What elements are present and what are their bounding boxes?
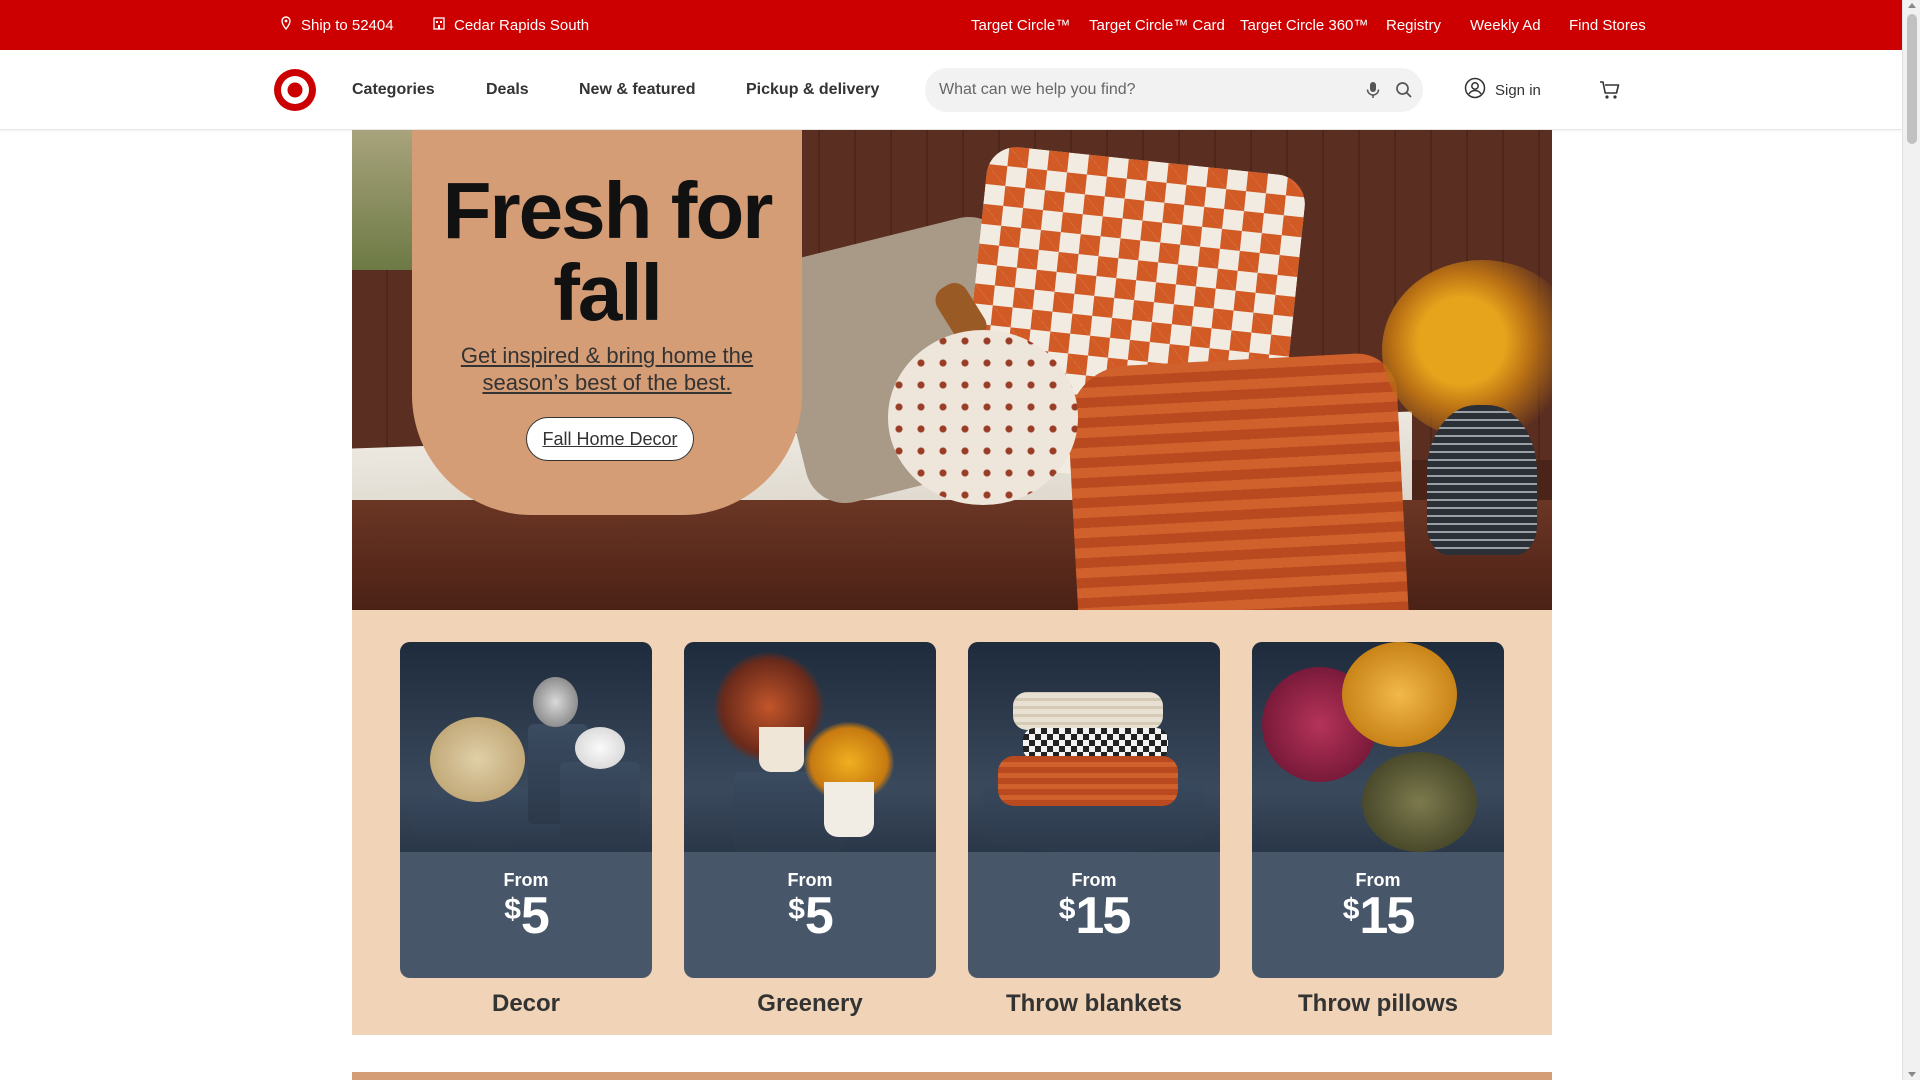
nav-pickup-delivery[interactable]: Pickup & delivery	[746, 50, 879, 130]
store-link[interactable]: Cedar Rapids South	[432, 0, 589, 50]
greenery-amount: 5	[804, 887, 834, 945]
weekly-ad-label: Weekly Ad	[1470, 16, 1541, 34]
store-icon	[432, 16, 446, 34]
scrollbar-thumb[interactable]	[1907, 14, 1917, 144]
category-label-throw-blankets[interactable]: Throw blankets	[968, 990, 1220, 1018]
scroll-up-arrow-icon[interactable]	[1908, 3, 1916, 8]
microphone-icon[interactable]	[1363, 80, 1383, 100]
category-label-decor[interactable]: Decor	[400, 990, 652, 1018]
greenery-photo	[684, 642, 936, 852]
category-label-throw-pillows[interactable]: Throw pillows	[1252, 990, 1504, 1018]
hero-pumpkin	[888, 330, 1078, 505]
greenery-price: From $5	[684, 870, 936, 954]
main-header: Categories Deals New & featured Pickup &…	[0, 50, 1902, 130]
utility-bar: Ship to 52404 Cedar Rapids South Target …	[0, 0, 1902, 50]
hero-promo-panel: Fresh for fall Get inspired & bring home…	[412, 130, 802, 515]
category-card-decor[interactable]: From $5	[400, 642, 652, 978]
sign-in-label: Sign in	[1495, 81, 1541, 99]
registry-label: Registry	[1386, 16, 1442, 34]
decor-amount: 5	[520, 887, 550, 945]
find-stores-link[interactable]: Find Stores	[1569, 0, 1646, 50]
decor-photo	[400, 642, 652, 852]
decor-price: From $5	[400, 870, 652, 954]
target-logo-icon[interactable]	[273, 68, 317, 112]
cart-icon[interactable]	[1599, 79, 1621, 101]
location-pin-icon	[279, 16, 293, 34]
throw-blankets-price: From $15	[968, 870, 1220, 954]
target-circle-card-label: Target Circle™ Card	[1089, 16, 1225, 34]
nav-deals[interactable]: Deals	[486, 50, 529, 130]
find-stores-label: Find Stores	[1569, 16, 1646, 34]
throw-pillows-currency: $	[1342, 893, 1360, 926]
target-circle-360-label: Target Circle 360™	[1240, 16, 1369, 34]
throw-pillows-photo	[1252, 642, 1504, 852]
page-scrollbar[interactable]	[1902, 0, 1920, 1080]
throw-blankets-photo	[968, 642, 1220, 852]
decor-currency: $	[504, 893, 521, 926]
ship-to-label: Ship to 52404	[301, 16, 394, 34]
registry-link[interactable]: Registry	[1386, 0, 1441, 50]
search-input[interactable]	[925, 68, 1355, 112]
throw-pillows-amount: 15	[1359, 887, 1415, 945]
throw-blankets-currency: $	[1058, 893, 1076, 926]
category-deals-section: From $5 Decor From $5 Greenery From $15	[352, 610, 1552, 1035]
category-card-greenery[interactable]: From $5	[684, 642, 936, 978]
category-label-greenery[interactable]: Greenery	[684, 990, 936, 1018]
greenery-currency: $	[788, 893, 805, 926]
category-card-throw-blankets[interactable]: From $15	[968, 642, 1220, 978]
hero-vase	[1427, 405, 1537, 555]
next-section-band	[352, 1072, 1552, 1080]
sign-in-button[interactable]: Sign in	[1464, 50, 1541, 130]
scroll-down-arrow-icon[interactable]	[1908, 1072, 1916, 1077]
hero-knit-blanket	[1065, 351, 1409, 610]
search-icon[interactable]	[1394, 80, 1414, 100]
account-icon	[1464, 77, 1486, 103]
store-label: Cedar Rapids South	[454, 16, 590, 34]
hero-subtext-link[interactable]: Get inspired & bring home the season’s b…	[432, 342, 782, 396]
target-circle-card-link[interactable]: Target Circle™ Card	[1089, 0, 1225, 50]
search-bar	[925, 68, 1423, 112]
category-card-throw-pillows[interactable]: From $15	[1252, 642, 1504, 978]
target-circle-link[interactable]: Target Circle™	[971, 0, 1070, 50]
target-circle-360-link[interactable]: Target Circle 360™	[1240, 0, 1368, 50]
throw-blankets-amount: 15	[1075, 887, 1131, 945]
target-circle-label: Target Circle™	[971, 16, 1071, 34]
throw-pillows-price: From $15	[1252, 870, 1504, 954]
weekly-ad-link[interactable]: Weekly Ad	[1470, 0, 1541, 50]
ship-to-link[interactable]: Ship to 52404	[279, 0, 394, 50]
hero-headline: Fresh for fall	[442, 166, 774, 337]
nav-new-featured[interactable]: New & featured	[579, 50, 695, 130]
nav-categories[interactable]: Categories	[352, 50, 435, 130]
fall-home-decor-button[interactable]: Fall Home Decor	[526, 417, 694, 461]
